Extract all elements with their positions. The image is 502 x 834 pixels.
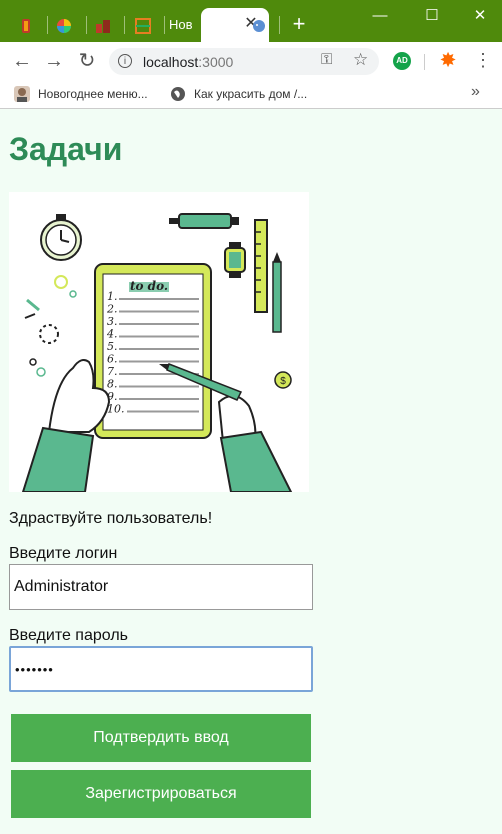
todo-number: 2. <box>106 303 118 316</box>
todo-number: 6. <box>107 353 118 366</box>
browser-toolbar: ← → ↻ i localhost:3000 ⚿ ☆ AD ✸ ⋮ <box>0 42 502 80</box>
adguard-extension-icon[interactable]: AD <box>393 52 411 70</box>
blocks-icon <box>96 20 110 33</box>
bookmark-item[interactable]: Как украсить дом /... <box>170 84 307 104</box>
bookmark-label: Новогоднее меню... <box>38 87 148 101</box>
address-bar[interactable]: i localhost:3000 ⚿ ☆ <box>109 48 379 75</box>
todo-number: 10. <box>107 403 125 416</box>
bookmark-avatar-icon <box>14 86 30 102</box>
url-port: :3000 <box>198 54 234 70</box>
submit-button[interactable]: Подтвердить ввод <box>11 714 311 762</box>
color-wheel-icon <box>57 19 71 33</box>
close-window-button[interactable]: ✕ <box>465 4 495 28</box>
bookmark-label: Как украсить дом /... <box>194 87 308 101</box>
avast-extension-icon[interactable]: ✸ <box>438 50 458 70</box>
maximize-button[interactable]: ☐ <box>417 4 447 28</box>
tab-4[interactable] <box>131 10 155 42</box>
todo-number: 1. <box>107 290 118 303</box>
todo-number: 8. <box>107 378 118 391</box>
reload-button[interactable]: ↻ <box>75 49 99 73</box>
bookmarks-bar: Новогоднее меню... Как украсить дом /...… <box>0 80 502 109</box>
bookmarks-more-icon[interactable]: » <box>471 83 480 101</box>
menu-icon[interactable]: ⋮ <box>474 50 492 71</box>
todo-illustration: $ to do. 1.2.3.4.5.6.7.8.9.10. <box>9 192 309 492</box>
globe-icon <box>171 87 185 101</box>
info-icon[interactable]: i <box>118 54 132 68</box>
minimize-button[interactable]: — <box>365 4 395 28</box>
register-button[interactable]: Зарегистрироваться <box>11 770 311 818</box>
url-text[interactable]: localhost:3000 <box>143 54 233 70</box>
tab-6[interactable] <box>247 10 271 42</box>
browser-title-bar: Нов ✕ + — ☐ ✕ <box>0 0 502 42</box>
todo-number: 4. <box>106 328 118 341</box>
flame-icon <box>22 19 30 33</box>
login-input[interactable]: Administrator <box>9 564 313 610</box>
back-button[interactable]: ← <box>10 49 34 73</box>
bookmark-item[interactable]: Новогоднее меню... <box>14 84 148 104</box>
new-tab-button[interactable]: + <box>287 12 311 36</box>
svg-text:$: $ <box>280 376 286 387</box>
url-host: localhost <box>143 54 199 70</box>
greeting-text: Здраствуйте пользователь! <box>9 510 213 527</box>
tab-1[interactable] <box>14 10 38 42</box>
password-input[interactable]: ••••••• <box>9 646 313 692</box>
illustration-heading: to do. <box>130 279 168 293</box>
elephant-icon <box>253 20 265 32</box>
login-label: Введите логин <box>9 545 118 562</box>
key-icon[interactable]: ⚿ <box>321 51 332 68</box>
page-content: Задачи $ to do. 1. 2. 3. 4. 5. 6. 7. 8. … <box>0 109 502 834</box>
forward-button[interactable]: → <box>42 49 66 73</box>
todo-number: 3. <box>107 315 118 328</box>
todo-number: 7. <box>107 365 118 378</box>
page-title: Задачи <box>9 131 123 167</box>
todo-number: 5. <box>107 340 118 353</box>
tab-3[interactable] <box>91 10 115 42</box>
password-label: Введите пароль <box>9 627 128 644</box>
tab-2[interactable] <box>52 10 76 42</box>
tab-title: Нов <box>169 17 193 32</box>
grid-icon <box>135 18 151 34</box>
star-icon[interactable]: ☆ <box>353 50 368 70</box>
